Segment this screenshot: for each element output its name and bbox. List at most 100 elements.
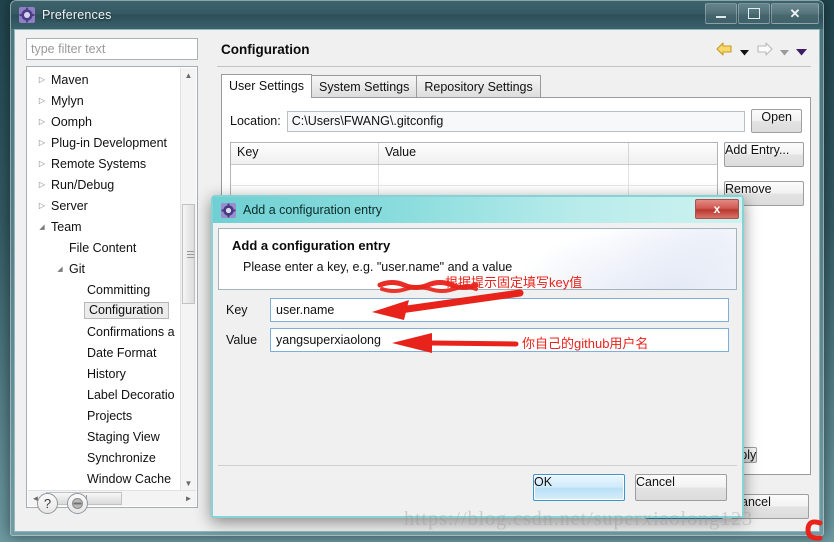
filter-input[interactable]: type filter text (26, 38, 198, 60)
table-row[interactable] (231, 165, 717, 186)
gear-icon (221, 202, 236, 218)
chevron-right-icon[interactable]: ▷ (35, 96, 49, 105)
tree-item-server[interactable]: ▷ Server (27, 195, 181, 216)
dialog-cancel-button[interactable]: Cancel (635, 474, 727, 501)
dialog-content: Key user.name Value yangsuperxiaolong OK… (218, 290, 737, 511)
tree-item-label: Projects (87, 408, 133, 423)
chevron-down-icon[interactable]: ◢ (53, 265, 67, 273)
tree-item-committing[interactable]: Committing (27, 279, 181, 300)
minimize-button[interactable] (705, 3, 737, 24)
tab-user-settings[interactable]: User Settings (221, 74, 313, 98)
close-button[interactable]: ✕ (771, 3, 819, 24)
value-field-row: Value yangsuperxiaolong (226, 328, 729, 352)
tree-item-label: Git (69, 261, 85, 276)
banner-heading: Add a configuration entry (232, 238, 391, 253)
tree-item-run-debug[interactable]: ▷ Run/Debug (27, 174, 181, 195)
tree-item-date-format[interactable]: Date Format (27, 342, 181, 363)
tree-item-file-content[interactable]: File Content (27, 237, 181, 258)
tree-item-configuration[interactable]: Configuration (27, 300, 181, 321)
tree-item-label: Team (51, 219, 82, 234)
forward-menu-chevron-down-icon[interactable] (780, 43, 789, 61)
chevron-right-icon[interactable]: ▷ (35, 75, 49, 84)
tree-item-team[interactable]: ◢ Team (27, 216, 181, 237)
back-arrow-icon[interactable] (716, 42, 733, 61)
restore-defaults-icon[interactable] (67, 493, 88, 514)
tree-item-label: Date Format (87, 345, 157, 360)
table-header-row: Key Value (231, 143, 717, 165)
page-nav-icons (716, 42, 807, 61)
key-label: Key (226, 303, 248, 317)
more-menu-chevron-down-icon[interactable] (796, 43, 807, 61)
tree-item-label: Run/Debug (51, 177, 115, 192)
scroll-up-icon[interactable]: ▲ (181, 68, 196, 83)
tree-item-label: Plug-in Development (51, 135, 168, 150)
tree-item-label: History (87, 366, 126, 381)
dialog-divider (218, 465, 737, 466)
tree-item-label: File Content (69, 240, 137, 255)
chevron-right-icon[interactable]: ▷ (35, 159, 49, 168)
tree-item-label: Confirmations a (87, 324, 175, 339)
settings-tabs: User Settings System Settings Repository S… (221, 74, 541, 98)
nav-divider (217, 66, 811, 67)
tree-item-staging-view[interactable]: Staging View (27, 426, 181, 447)
tree-item-projects[interactable]: Projects (27, 405, 181, 426)
open-button[interactable]: Open (751, 109, 802, 133)
value-input[interactable]: yangsuperxiaolong (270, 328, 729, 352)
chevron-down-icon[interactable]: ◢ (35, 223, 49, 231)
tree-item-plug-in-development[interactable]: ▷ Plug-in Development (27, 132, 181, 153)
tree-list: ▷ Maven ▷ Mylyn ▷ Oomph ▷ Plug-in Development ▷ R… (27, 69, 181, 507)
dialog-buttons: OK Cancel (533, 474, 727, 501)
screen: Preferences ✕ type filter text ▷ Maven ▷ My… (0, 0, 834, 542)
key-field-row: Key user.name (226, 298, 729, 322)
tree-item-oomph[interactable]: ▷ Oomph (27, 111, 181, 132)
tree-item-label: Label Decoratio (87, 387, 175, 402)
window-titlebar: Preferences ✕ (11, 1, 823, 29)
question-mark-icon[interactable]: ? (37, 493, 58, 514)
dialog-ok-button[interactable]: OK (533, 474, 625, 501)
tree-item-label-decoratio[interactable]: Label Decoratio (27, 384, 181, 405)
add-configuration-entry-dialog: Add a configuration entry x Add a config… (211, 195, 744, 518)
back-menu-chevron-down-icon[interactable] (740, 43, 749, 61)
location-input[interactable]: C:\Users\FWANG\.gitconfig (286, 110, 746, 132)
maximize-button[interactable] (738, 3, 770, 24)
tree-vertical-scrollbar[interactable]: ▲ ▼ (180, 68, 196, 491)
chevron-right-icon[interactable]: ▷ (35, 117, 49, 126)
tree-item-maven[interactable]: ▷ Maven (27, 69, 181, 90)
vertical-scroll-thumb[interactable] (182, 204, 195, 304)
tab-system-settings[interactable]: System Settings (311, 75, 418, 98)
page-title: Configuration (221, 42, 310, 57)
dialog-close-button[interactable]: x (695, 199, 739, 219)
tree-item-label: Committing (87, 282, 151, 297)
location-row: Location: C:\Users\FWANG\.gitconfig Open (230, 109, 802, 133)
window-title: Preferences (42, 8, 112, 22)
tree-item-git[interactable]: ◢ Git (27, 258, 181, 279)
preferences-tree: ▷ Maven ▷ Mylyn ▷ Oomph ▷ Plug-in Development ▷ R… (26, 66, 198, 508)
tree-item-synchronize[interactable]: Synchronize (27, 447, 181, 468)
tree-item-confirmations-a[interactable]: Confirmations a (27, 321, 181, 342)
chevron-right-icon[interactable]: ▷ (35, 201, 49, 210)
add-entry-button[interactable]: Add Entry... (724, 142, 804, 167)
column-header-extra[interactable] (629, 143, 717, 164)
tree-item-label: Staging View (87, 429, 160, 444)
annotation-key-text: 根据提示固定填写key值 (445, 275, 583, 290)
tree-item-remote-systems[interactable]: ▷ Remote Systems (27, 153, 181, 174)
tree-item-mylyn[interactable]: ▷ Mylyn (27, 90, 181, 111)
tab-repository-settings[interactable]: Repository Settings (416, 75, 541, 98)
chevron-right-icon[interactable]: ▷ (35, 138, 49, 147)
chevron-right-icon[interactable]: ▷ (35, 180, 49, 189)
gear-icon (19, 7, 35, 23)
column-header-key[interactable]: Key (231, 143, 379, 164)
tree-item-label: Remote Systems (51, 156, 147, 171)
tree-item-label: Oomph (51, 114, 92, 129)
key-input[interactable]: user.name (270, 298, 729, 322)
column-header-value[interactable]: Value (379, 143, 629, 164)
tree-item-history[interactable]: History (27, 363, 181, 384)
forward-arrow-icon (756, 42, 773, 61)
